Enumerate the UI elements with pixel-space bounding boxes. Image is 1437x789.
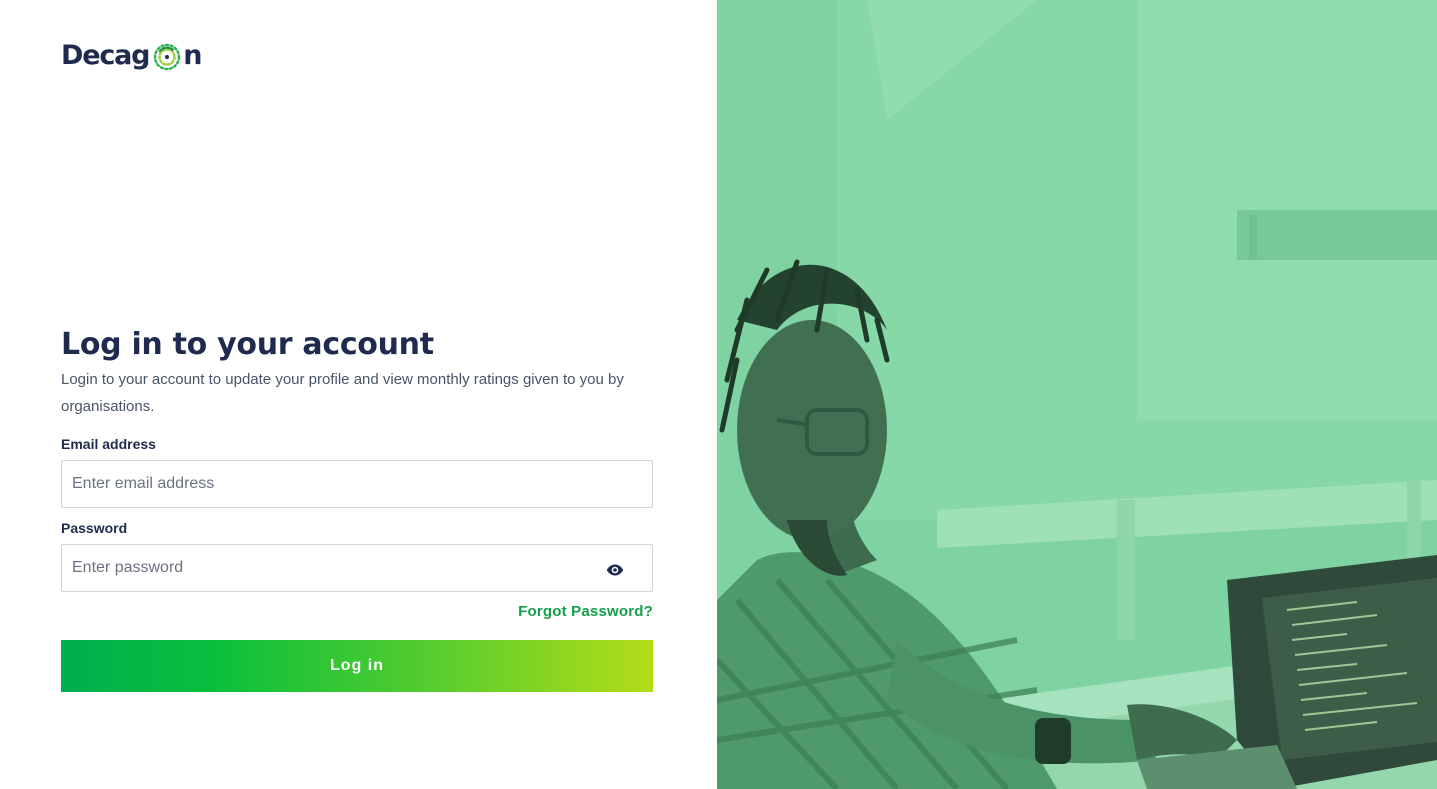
forgot-password-link[interactable]: Forgot Password? — [518, 603, 653, 620]
email-field-wrapper — [61, 460, 653, 508]
hero-image — [717, 0, 1437, 789]
decagon-logo[interactable]: Decag n — [61, 38, 203, 74]
logo-text-start: Decag — [61, 40, 150, 71]
password-field-wrapper — [61, 544, 653, 592]
logo-ring-icon — [154, 43, 181, 71]
eye-icon[interactable] — [606, 563, 624, 577]
login-panel: Decag n Log in to your account Login to … — [0, 0, 717, 789]
page-title: Log in to your account — [61, 327, 434, 362]
login-page: Decag n Log in to your account Login to … — [0, 0, 1437, 789]
developer-illustration — [717, 0, 1437, 789]
login-button[interactable]: Log in — [61, 640, 653, 692]
login-form: Log in to your account Login to your acc… — [61, 326, 653, 692]
page-subtitle: Login to your account to update your pro… — [61, 371, 624, 415]
email-label: Email address — [61, 436, 156, 452]
forgot-password-row: Forgot Password? — [61, 603, 653, 621]
email-field[interactable] — [62, 461, 652, 507]
logo-text-end: n — [183, 40, 202, 71]
password-label: Password — [61, 520, 128, 536]
password-field[interactable] — [62, 545, 652, 591]
